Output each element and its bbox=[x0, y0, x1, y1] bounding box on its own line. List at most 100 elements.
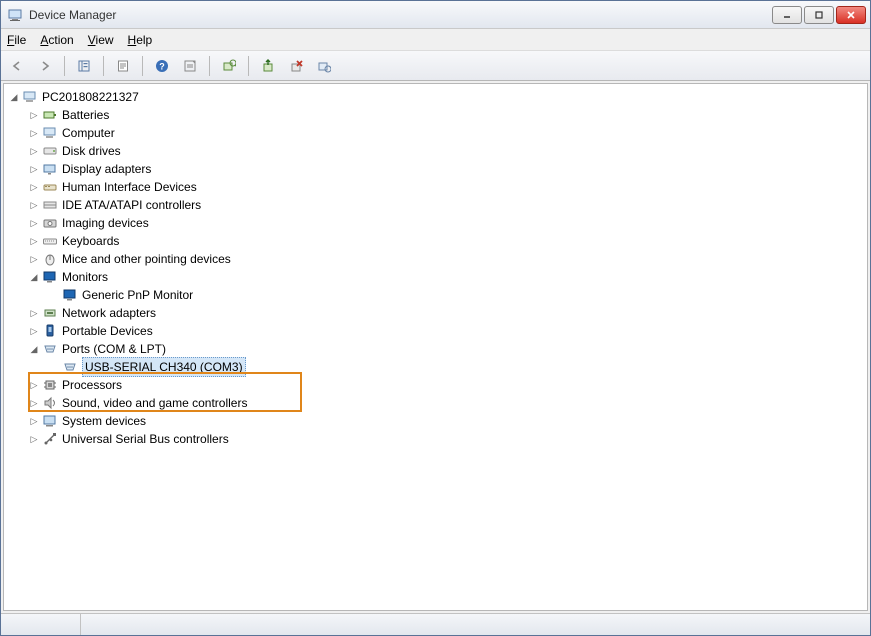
computer-icon bbox=[22, 89, 38, 105]
collapse-icon[interactable]: ◢ bbox=[28, 271, 40, 283]
expand-icon[interactable]: ▷ bbox=[28, 109, 40, 121]
toolbar-separator bbox=[103, 56, 104, 76]
show-hide-tree-button[interactable] bbox=[72, 54, 96, 78]
display-adapter-icon bbox=[42, 161, 58, 177]
back-button[interactable] bbox=[5, 54, 29, 78]
disk-icon bbox=[42, 143, 58, 159]
cpu-icon bbox=[42, 377, 58, 393]
keyboard-icon bbox=[42, 233, 58, 249]
expand-icon[interactable]: ▷ bbox=[28, 235, 40, 247]
collapse-icon[interactable]: ◢ bbox=[8, 91, 20, 103]
tree-item-label: Keyboards bbox=[62, 232, 119, 250]
action-list-button[interactable] bbox=[178, 54, 202, 78]
toolbar: ? bbox=[1, 51, 870, 81]
monitor-icon bbox=[42, 269, 58, 285]
menu-help[interactable]: Help bbox=[128, 33, 153, 47]
toolbar-separator bbox=[64, 56, 65, 76]
tree-item-label: IDE ATA/ATAPI controllers bbox=[62, 196, 201, 214]
tree-item-monitors[interactable]: ◢ Monitors bbox=[26, 268, 865, 286]
maximize-button[interactable] bbox=[804, 6, 834, 24]
tree-item-ports[interactable]: ◢ Ports (COM & LPT) bbox=[26, 340, 865, 358]
tree-item-processors[interactable]: ▷ Processors bbox=[26, 376, 865, 394]
tree-item-mice[interactable]: ▷ Mice and other pointing devices bbox=[26, 250, 865, 268]
expand-icon[interactable]: ▷ bbox=[28, 433, 40, 445]
tree-item-batteries[interactable]: ▷ Batteries bbox=[26, 106, 865, 124]
tree-item-label: Computer bbox=[62, 124, 115, 142]
computer-icon bbox=[42, 125, 58, 141]
update-driver-button[interactable] bbox=[256, 54, 280, 78]
tree-item-computer[interactable]: ▷ Computer bbox=[26, 124, 865, 142]
expand-icon[interactable]: ▷ bbox=[28, 415, 40, 427]
tree-item-hid[interactable]: ▷ Human Interface Devices bbox=[26, 178, 865, 196]
expand-icon[interactable]: ▷ bbox=[28, 253, 40, 265]
hid-icon bbox=[42, 179, 58, 195]
expand-icon[interactable]: ▷ bbox=[28, 379, 40, 391]
device-manager-window: Device Manager File Action View Help ? bbox=[0, 0, 871, 636]
menubar: File Action View Help bbox=[1, 29, 870, 51]
menu-file[interactable]: File bbox=[7, 33, 26, 47]
tree-root[interactable]: ◢ PC201808221327 bbox=[6, 88, 865, 106]
tree-item-keyboards[interactable]: ▷ Keyboards bbox=[26, 232, 865, 250]
battery-icon bbox=[42, 107, 58, 123]
tree-item-label: Ports (COM & LPT) bbox=[62, 340, 166, 358]
expand-icon[interactable]: ▷ bbox=[28, 325, 40, 337]
device-tree-pane[interactable]: ◢ PC201808221327 ▷ Batteries ▷ Computer bbox=[3, 83, 868, 611]
menu-view[interactable]: View bbox=[88, 33, 114, 47]
forward-button[interactable] bbox=[33, 54, 57, 78]
tree-item-label: Disk drives bbox=[62, 142, 121, 160]
port-icon bbox=[42, 341, 58, 357]
tree-item-label: Mice and other pointing devices bbox=[62, 250, 231, 268]
expand-icon[interactable]: ▷ bbox=[28, 181, 40, 193]
tree-item-label: System devices bbox=[62, 412, 146, 430]
tree-item-imaging[interactable]: ▷ Imaging devices bbox=[26, 214, 865, 232]
tree-item-label: Human Interface Devices bbox=[62, 178, 197, 196]
statusbar-cell bbox=[81, 614, 870, 635]
tree-item-network[interactable]: ▷ Network adapters bbox=[26, 304, 865, 322]
window-title: Device Manager bbox=[29, 8, 772, 22]
expand-icon[interactable]: ▷ bbox=[28, 397, 40, 409]
device-manager-icon bbox=[7, 7, 23, 23]
expand-icon[interactable]: ▷ bbox=[28, 127, 40, 139]
tree-item-label: Generic PnP Monitor bbox=[82, 286, 193, 304]
disable-device-button[interactable] bbox=[312, 54, 336, 78]
tree-item-label: Network adapters bbox=[62, 304, 156, 322]
tree-item-label: Monitors bbox=[62, 268, 108, 286]
tree-item-label: Batteries bbox=[62, 106, 109, 124]
toolbar-separator bbox=[209, 56, 210, 76]
tree-item-label: Display adapters bbox=[62, 160, 151, 178]
tree-item-usb[interactable]: ▷ Universal Serial Bus controllers bbox=[26, 430, 865, 448]
tree-item-usb-serial-ch340[interactable]: ▷ USB-SERIAL CH340 (COM3) bbox=[46, 358, 865, 376]
tree-item-system[interactable]: ▷ System devices bbox=[26, 412, 865, 430]
tree-item-ide[interactable]: ▷ IDE ATA/ATAPI controllers bbox=[26, 196, 865, 214]
tree-root-label: PC201808221327 bbox=[42, 88, 139, 106]
tree-item-portable[interactable]: ▷ Portable Devices bbox=[26, 322, 865, 340]
svg-text:?: ? bbox=[159, 61, 165, 71]
tree-item-disk-drives[interactable]: ▷ Disk drives bbox=[26, 142, 865, 160]
expand-icon[interactable]: ▷ bbox=[28, 199, 40, 211]
system-icon bbox=[42, 413, 58, 429]
expand-icon[interactable]: ▷ bbox=[28, 217, 40, 229]
tree-item-label: Universal Serial Bus controllers bbox=[62, 430, 229, 448]
help-button[interactable]: ? bbox=[150, 54, 174, 78]
minimize-button[interactable] bbox=[772, 6, 802, 24]
expand-icon[interactable]: ▷ bbox=[28, 163, 40, 175]
expand-icon[interactable]: ▷ bbox=[28, 307, 40, 319]
toolbar-separator bbox=[248, 56, 249, 76]
port-icon bbox=[62, 359, 78, 375]
mouse-icon bbox=[42, 251, 58, 267]
tree-item-sound[interactable]: ▷ Sound, video and game controllers bbox=[26, 394, 865, 412]
ide-icon bbox=[42, 197, 58, 213]
scan-hardware-button[interactable] bbox=[217, 54, 241, 78]
menu-action[interactable]: Action bbox=[40, 33, 73, 47]
usb-icon bbox=[42, 431, 58, 447]
statusbar bbox=[1, 613, 870, 635]
tree-item-display-adapters[interactable]: ▷ Display adapters bbox=[26, 160, 865, 178]
expand-icon[interactable]: ▷ bbox=[28, 145, 40, 157]
close-button[interactable] bbox=[836, 6, 866, 24]
uninstall-device-button[interactable] bbox=[284, 54, 308, 78]
tree-item-generic-monitor[interactable]: ▷ Generic PnP Monitor bbox=[46, 286, 865, 304]
monitor-icon bbox=[62, 287, 78, 303]
properties-button[interactable] bbox=[111, 54, 135, 78]
collapse-icon[interactable]: ◢ bbox=[28, 343, 40, 355]
portable-icon bbox=[42, 323, 58, 339]
